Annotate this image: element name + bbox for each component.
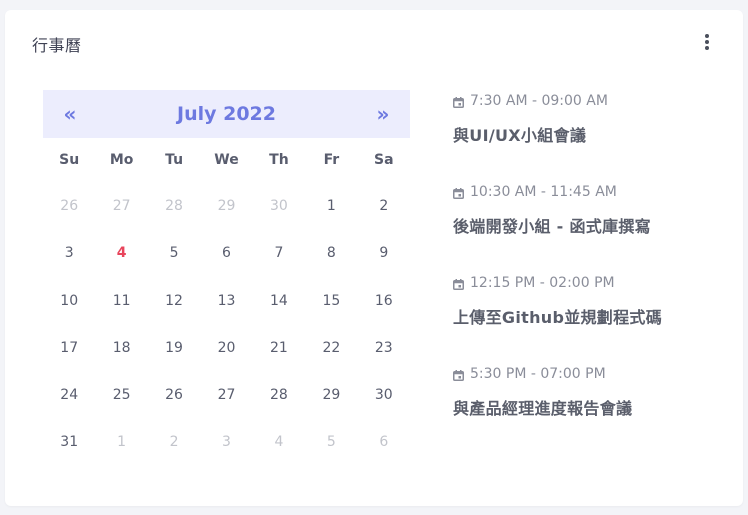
calendar-day[interactable]: 22 <box>305 325 357 372</box>
calendar-day[interactable]: 13 <box>200 278 252 325</box>
event-list: 7:30 AM - 09:00 AM 與UI/UX小組會議 10:30 AM - 1… <box>453 92 733 456</box>
weekday-label: Th <box>269 152 289 168</box>
event-item[interactable]: 7:30 AM - 09:00 AM 與UI/UX小組會議 <box>453 92 733 183</box>
calendar-day[interactable]: 5 <box>148 230 200 277</box>
calendar-day[interactable]: 16 <box>358 278 410 325</box>
calendar-day[interactable]: 15 <box>305 278 357 325</box>
next-month-button[interactable]: » <box>376 90 390 138</box>
calendar-widget: « July 2022 » Su Mo Tu We Th Fr Sa 26 27 28 29 30 1… <box>43 90 410 467</box>
event-title: 上傳至Github並規劃程式碼 <box>453 308 663 327</box>
calendar-day[interactable]: 1 <box>305 183 357 230</box>
weekday-label: Su <box>59 152 80 168</box>
event-time-row: 5:30 PM - 07:00 PM <box>453 365 733 383</box>
calendar-day[interactable]: 6 <box>200 230 252 277</box>
event-title: 後端開發小組 - 函式庫撰寫 <box>453 217 651 236</box>
weekday-row: Su Mo Tu We Th Fr Sa <box>43 138 410 183</box>
event-time: 5:30 PM - 07:00 PM <box>470 366 606 382</box>
calendar-day[interactable]: 14 <box>253 278 305 325</box>
calendar-day[interactable]: 7 <box>253 230 305 277</box>
calendar-day[interactable]: 17 <box>43 325 95 372</box>
weekday-label: Fr <box>323 152 340 168</box>
event-time-row: 7:30 AM - 09:00 AM <box>453 92 733 110</box>
calendar-day-today[interactable]: 4 <box>95 230 147 277</box>
calendar-day[interactable]: 18 <box>95 325 147 372</box>
calendar-icon <box>453 187 464 199</box>
event-item[interactable]: 12:15 PM - 02:00 PM 上傳至Github並規劃程式碼 <box>453 274 733 365</box>
calendar-day[interactable]: 30 <box>253 183 305 230</box>
calendar-icon <box>453 278 464 290</box>
calendar-day[interactable]: 19 <box>148 325 200 372</box>
calendar-day[interactable]: 29 <box>200 183 252 230</box>
calendar-day[interactable]: 23 <box>358 325 410 372</box>
calendar-day[interactable]: 6 <box>358 419 410 466</box>
calendar-day[interactable]: 3 <box>200 419 252 466</box>
weekday-label: Tu <box>165 152 184 168</box>
calendar-card: 行事曆 « July 2022 » Su Mo Tu We Th Fr Sa 26 27 28 2… <box>5 10 743 506</box>
calendar-day[interactable]: 29 <box>305 372 357 419</box>
calendar-day[interactable]: 26 <box>148 372 200 419</box>
calendar-day[interactable]: 8 <box>305 230 357 277</box>
calendar-day[interactable]: 27 <box>200 372 252 419</box>
event-time: 12:15 PM - 02:00 PM <box>470 275 615 291</box>
calendar-day[interactable]: 2 <box>148 419 200 466</box>
card-title: 行事曆 <box>32 36 82 55</box>
event-time: 7:30 AM - 09:00 AM <box>470 93 608 109</box>
event-time: 10:30 AM - 11:45 AM <box>470 184 617 200</box>
calendar-header: « July 2022 » <box>43 90 410 138</box>
calendar-day[interactable]: 30 <box>358 372 410 419</box>
event-item[interactable]: 5:30 PM - 07:00 PM 與產品經理進度報告會議 <box>453 365 733 456</box>
weekday-label: We <box>214 152 239 168</box>
calendar-day[interactable]: 5 <box>305 419 357 466</box>
calendar-day[interactable]: 21 <box>253 325 305 372</box>
calendar-day[interactable]: 3 <box>43 230 95 277</box>
month-label: July 2022 <box>177 103 276 125</box>
weekday-label: Sa <box>374 152 394 168</box>
calendar-day[interactable]: 10 <box>43 278 95 325</box>
event-item[interactable]: 10:30 AM - 11:45 AM 後端開發小組 - 函式庫撰寫 <box>453 183 733 274</box>
calendar-day[interactable]: 26 <box>43 183 95 230</box>
calendar-day[interactable]: 4 <box>253 419 305 466</box>
weekday-label: Mo <box>109 152 134 168</box>
calendar-day[interactable]: 31 <box>43 419 95 466</box>
calendar-day[interactable]: 24 <box>43 372 95 419</box>
calendar-day[interactable]: 2 <box>358 183 410 230</box>
calendar-day[interactable]: 11 <box>95 278 147 325</box>
calendar-icon <box>453 96 464 108</box>
day-grid: 26 27 28 29 30 1 2 3 4 5 6 7 8 9 10 11 12 13 14 15 16 17 18 19 2… <box>43 183 410 467</box>
calendar-day[interactable]: 12 <box>148 278 200 325</box>
event-time-row: 12:15 PM - 02:00 PM <box>453 274 733 292</box>
calendar-icon <box>453 369 464 381</box>
kebab-vertical-icon[interactable] <box>700 34 714 54</box>
calendar-day[interactable]: 9 <box>358 230 410 277</box>
calendar-day[interactable]: 1 <box>95 419 147 466</box>
calendar-day[interactable]: 28 <box>148 183 200 230</box>
calendar-day[interactable]: 25 <box>95 372 147 419</box>
calendar-day[interactable]: 28 <box>253 372 305 419</box>
calendar-day[interactable]: 27 <box>95 183 147 230</box>
calendar-day[interactable]: 20 <box>200 325 252 372</box>
event-title: 與產品經理進度報告會議 <box>453 399 633 418</box>
prev-month-button[interactable]: « <box>63 90 77 138</box>
event-title: 與UI/UX小組會議 <box>453 126 587 145</box>
event-time-row: 10:30 AM - 11:45 AM <box>453 183 733 201</box>
